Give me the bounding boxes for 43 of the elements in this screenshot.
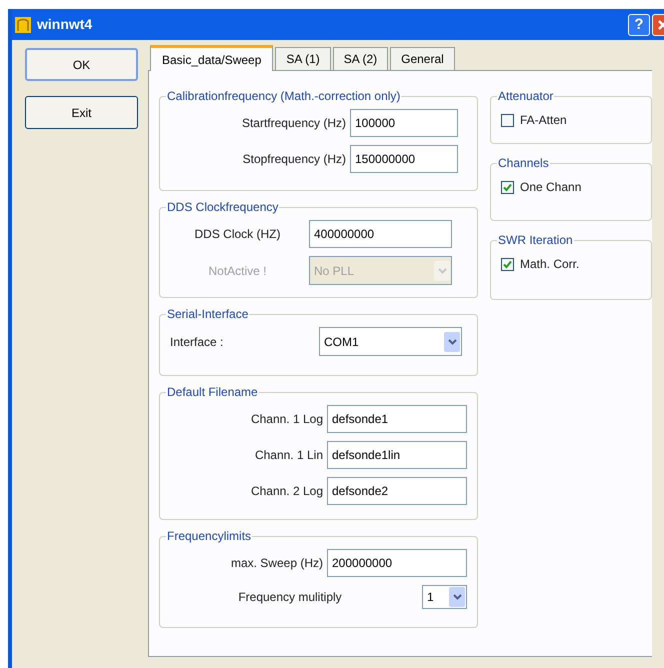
field-label: Interface : xyxy=(170,334,224,350)
checkbox[interactable] xyxy=(501,258,514,270)
field-label: Chann. 1 Lin xyxy=(254,447,323,464)
field-label: DDS Clock (HZ) xyxy=(194,226,282,243)
group-title: Attenuator xyxy=(497,88,554,105)
button[interactable]: OK xyxy=(25,48,138,81)
field-label: NotActive ! xyxy=(207,262,268,280)
field-label: max. Sweep (Hz) xyxy=(230,555,323,572)
field-label: Stopfrequency (Hz) xyxy=(242,151,346,168)
checkbox-label: One Chann xyxy=(520,179,582,196)
checkbox-label: Math. Corr. xyxy=(520,256,580,273)
input-field[interactable]: 150000000 xyxy=(350,145,458,173)
input-field[interactable]: 200000000 xyxy=(327,549,467,577)
help-button[interactable]: ? xyxy=(628,14,650,36)
checkbox[interactable] xyxy=(501,114,514,126)
window-title: winnwt4 xyxy=(37,15,92,34)
tab[interactable]: SA (1) xyxy=(275,47,331,70)
dropdown[interactable]: 1 xyxy=(422,585,467,609)
input-field[interactable]: defsonde1lin xyxy=(327,441,467,469)
group-title: DDS Clockfrequency xyxy=(166,199,280,216)
input-field[interactable]: defsonde2 xyxy=(327,477,467,505)
tab[interactable]: Basic_data/Sweep xyxy=(150,45,274,71)
input-field[interactable]: 400000000 xyxy=(309,220,452,248)
dropdown: No PLL xyxy=(309,256,452,285)
field-label: Startfrequency (Hz) xyxy=(240,115,346,132)
checkbox[interactable] xyxy=(501,180,514,194)
input-field[interactable]: 100000 xyxy=(350,109,458,137)
group-title: Channels xyxy=(497,155,550,172)
button[interactable]: Exit xyxy=(25,96,138,129)
field-label: Frequency mulitiply xyxy=(237,589,343,606)
tab[interactable]: General xyxy=(390,47,455,70)
dropdown[interactable]: COM1 xyxy=(319,327,462,356)
group-title: Frequencylimits xyxy=(166,528,252,545)
group-title: Default Filename xyxy=(166,384,259,401)
field-label: Chann. 2 Log xyxy=(250,483,323,500)
group-title: SWR Iteration xyxy=(497,232,574,249)
app-icon xyxy=(15,16,31,32)
checkbox-label: FA-Atten xyxy=(520,112,567,129)
field-label: Chann. 1 Log xyxy=(250,411,323,428)
group-title: Serial-Interface xyxy=(166,306,250,323)
input-field[interactable]: defsonde1 xyxy=(327,405,467,433)
group-title: Calibrationfrequency (Math.-correction only) xyxy=(166,88,402,105)
tab[interactable]: SA (2) xyxy=(332,47,388,70)
